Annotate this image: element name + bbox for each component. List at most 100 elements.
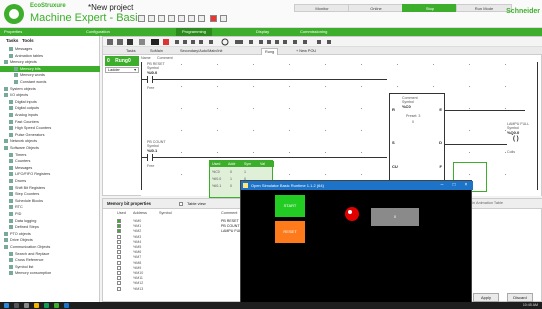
tree-item[interactable]: Software Objects <box>0 145 100 151</box>
coil-icon[interactable]: ( ) <box>513 136 519 142</box>
tree-item[interactable]: Drive Objects <box>0 237 100 243</box>
tree-item[interactable]: Memory words <box>0 72 100 78</box>
tree-item[interactable]: Communication Objects <box>0 244 100 250</box>
start-icon[interactable] <box>4 303 9 308</box>
tree-item-label: Fast Counters <box>15 119 39 124</box>
tree-item-label: System objects <box>10 86 36 91</box>
contact1-address: %I0.0 <box>147 70 158 75</box>
tree-item[interactable]: Memory objects <box>0 59 100 65</box>
tree-item-label: Step Counters <box>15 192 40 197</box>
search-icon[interactable] <box>14 303 19 308</box>
tree-item[interactable]: Counters <box>0 158 100 164</box>
tab-tasks[interactable]: Tasks <box>6 38 18 43</box>
grid-dot <box>325 152 326 153</box>
tree-item[interactable]: Drums <box>0 178 100 184</box>
editor-tab-secondary[interactable]: Secondary/Auto/Main/Init <box>177 48 225 55</box>
mode-stop[interactable]: Stop <box>402 4 458 12</box>
chrome-icon[interactable] <box>44 303 49 308</box>
explorer-icon[interactable] <box>34 303 39 308</box>
paste-icon[interactable] <box>198 15 205 22</box>
tree-item[interactable]: Messages <box>0 165 100 171</box>
left-power-rail <box>141 62 142 190</box>
grid-dot <box>361 64 362 65</box>
tree-item-label: Messages <box>15 47 33 51</box>
tree-item[interactable]: Timers <box>0 152 100 158</box>
panel-title: Memory bit properties <box>107 201 151 206</box>
rung-header[interactable]: 0 Rung0 <box>105 56 139 66</box>
tree-item[interactable]: Animation tables <box>0 53 100 59</box>
tree-item[interactable]: Symbol list <box>0 264 100 270</box>
editor-tab-somain[interactable]: SoMain <box>147 48 166 55</box>
tree-node-icon <box>9 258 13 263</box>
tree-item[interactable]: LIFO/FIFO Registers <box>0 171 100 177</box>
used-checkbox[interactable] <box>117 286 121 291</box>
simulator-icon[interactable] <box>64 303 69 308</box>
mode-run[interactable]: Run Mode <box>456 4 512 12</box>
tree-item[interactable]: Memory consumption <box>0 270 100 276</box>
apply-button[interactable]: Apply <box>473 293 499 302</box>
maximize-button[interactable]: □ <box>449 181 459 190</box>
cut-icon[interactable] <box>178 15 185 22</box>
undo-icon[interactable] <box>220 15 227 22</box>
tree-item[interactable]: Pulse Generators <box>0 132 100 138</box>
minimize-button[interactable]: – <box>437 181 447 190</box>
tree-item[interactable]: Digital inputs <box>0 99 100 105</box>
grid-dot <box>505 108 506 109</box>
machine-expert-icon[interactable] <box>54 303 59 308</box>
close-button[interactable]: × <box>461 181 471 190</box>
tab-tools[interactable]: Tools <box>22 38 34 43</box>
editor-toolbar-icons[interactable] <box>107 38 537 46</box>
simulator-title-bar[interactable]: Open Simulator Basic Runtime 1.1.2 (64) … <box>241 181 473 190</box>
simulator-window[interactable]: Open Simulator Basic Runtime 1.1.2 (64) … <box>240 180 473 309</box>
grid-dot <box>505 86 506 87</box>
tree-item[interactable]: Defined Steps <box>0 224 100 230</box>
tree-item[interactable]: Step Counters <box>0 191 100 197</box>
tree-item[interactable]: Fast Counters <box>0 119 100 125</box>
new-file-icon[interactable] <box>138 15 145 22</box>
discard-button[interactable]: Discard <box>507 293 533 302</box>
tab-properties[interactable]: Properties <box>4 28 22 36</box>
tree-item[interactable]: High Speed Counters <box>0 125 100 131</box>
tree-item[interactable]: Memory bits <box>0 65 100 72</box>
table-view-checkbox[interactable] <box>179 202 183 206</box>
tree-item[interactable]: Schedule Blocks <box>0 198 100 204</box>
print-icon[interactable] <box>168 15 175 22</box>
editor-tab-rung[interactable]: Rung <box>261 48 279 55</box>
rung-language-select[interactable]: Ladder ▾ <box>105 67 139 73</box>
tree-item[interactable]: System objects <box>0 86 100 92</box>
counter-address: %C0 <box>402 104 411 109</box>
tree-item[interactable]: I/O objects <box>0 92 100 98</box>
new-pou-button[interactable]: + New POU <box>293 48 319 55</box>
tree-item[interactable]: PID <box>0 211 100 217</box>
tree-node-icon <box>4 86 8 91</box>
mode-monitor[interactable]: Monitor <box>294 4 350 12</box>
tab-display[interactable]: Display <box>256 28 269 36</box>
tree-item[interactable]: Data logging <box>0 218 100 224</box>
mode-online[interactable]: Online <box>348 4 404 12</box>
grid-dot <box>181 86 182 87</box>
tree-item[interactable]: PTO objects <box>0 231 100 237</box>
tree-item[interactable]: Digital outputs <box>0 105 100 111</box>
tab-commissioning[interactable]: Commissioning <box>300 28 327 36</box>
tree-item[interactable]: Shift Bit Registers <box>0 185 100 191</box>
editor-tab-tasks[interactable]: Tasks <box>123 48 139 55</box>
sim-start-button[interactable]: START <box>275 195 305 217</box>
mini-header-sym: Sym <box>244 162 252 166</box>
tree-item[interactable]: Analog inputs <box>0 112 100 118</box>
open-file-icon[interactable] <box>148 15 155 22</box>
tab-programming[interactable]: Programming <box>176 28 213 36</box>
stop-icon[interactable] <box>210 15 217 22</box>
tab-configuration[interactable]: Configuration <box>86 28 110 36</box>
tree-item[interactable]: Search and Replace <box>0 251 100 257</box>
tree-item[interactable]: Cross Reference <box>0 257 100 263</box>
rung-area[interactable]: Name Comment PB RESET Symbol %I0.0 Free … <box>141 56 541 201</box>
grid-dot <box>181 64 182 65</box>
taskview-icon[interactable] <box>24 303 29 308</box>
copy-icon[interactable] <box>188 15 195 22</box>
tree-item[interactable]: Messages <box>0 46 100 52</box>
sim-reset-button[interactable]: RESET <box>275 221 305 243</box>
tree-item[interactable]: Network objects <box>0 138 100 144</box>
save-icon[interactable] <box>158 15 165 22</box>
tree-item[interactable]: RTC <box>0 204 100 210</box>
tree-item[interactable]: Constant words <box>0 79 100 85</box>
